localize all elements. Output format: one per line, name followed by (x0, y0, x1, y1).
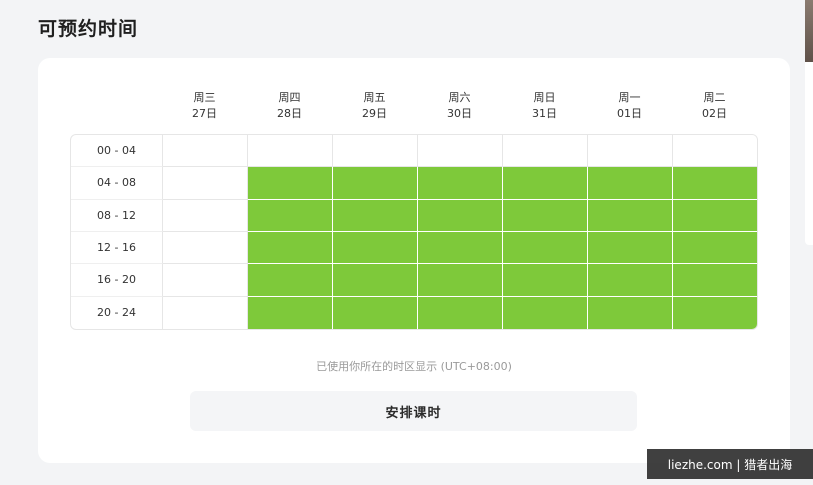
page: 可预约时间 周三 27日 周四 28日 周五 29日 周六 30日 周日 31日 周一 01日 周二 02… (0, 0, 813, 485)
unavailable-slot[interactable] (163, 135, 248, 168)
time-row: 16 - 20 (71, 264, 757, 297)
time-slot-label: 08 - 12 (71, 199, 163, 232)
day-date: 30日 (447, 107, 472, 120)
day-header: 周日 31日 (502, 90, 587, 126)
watermark: liezhe.com | 猎者出海 (647, 449, 813, 479)
available-slot[interactable] (503, 199, 588, 232)
time-slot-label: 04 - 08 (71, 167, 163, 200)
day-weekday: 周二 (703, 91, 726, 104)
available-slot[interactable] (503, 264, 588, 297)
available-slot[interactable] (673, 231, 757, 265)
available-slot[interactable] (673, 167, 757, 200)
day-header: 周三 27日 (162, 90, 247, 126)
day-weekday: 周日 (533, 91, 556, 104)
day-date: 29日 (362, 107, 387, 120)
available-slot[interactable] (333, 231, 418, 265)
available-slot[interactable] (333, 199, 418, 232)
unavailable-slot[interactable] (163, 199, 248, 232)
time-slot-label: 16 - 20 (71, 264, 163, 297)
available-slot[interactable] (673, 264, 757, 297)
available-slot[interactable] (588, 167, 673, 200)
unavailable-slot[interactable] (673, 135, 757, 168)
available-slot[interactable] (248, 264, 333, 297)
day-weekday: 周五 (363, 91, 386, 104)
schedule-lesson-button[interactable]: 安排课时 (190, 391, 637, 431)
available-slot[interactable] (418, 167, 503, 200)
unavailable-slot[interactable] (163, 296, 248, 329)
time-row: 08 - 12 (71, 199, 757, 232)
day-weekday: 周一 (618, 91, 641, 104)
available-slot[interactable] (248, 167, 333, 200)
day-date: 01日 (617, 107, 642, 120)
day-header: 周一 01日 (587, 90, 672, 126)
availability-grid: 00 - 04 04 - 08 08 - 12 12 - 16 16 - 20 20 - … (70, 134, 758, 330)
day-date: 28日 (277, 107, 302, 120)
time-slot-label: 00 - 04 (71, 135, 163, 168)
day-date: 31日 (532, 107, 557, 120)
unavailable-slot[interactable] (163, 167, 248, 200)
time-slot-label: 20 - 24 (71, 296, 163, 329)
time-row: 20 - 24 (71, 296, 757, 329)
available-slot[interactable] (503, 167, 588, 200)
available-slot[interactable] (418, 296, 503, 329)
day-date: 27日 (192, 107, 217, 120)
day-date: 02日 (702, 107, 727, 120)
day-weekday: 周四 (278, 91, 301, 104)
available-slot[interactable] (503, 296, 588, 329)
unavailable-slot[interactable] (503, 135, 588, 168)
available-slot[interactable] (588, 264, 673, 297)
availability-card: 周三 27日 周四 28日 周五 29日 周六 30日 周日 31日 周一 01日 周二 02日 00 -… (38, 58, 790, 463)
unavailable-slot[interactable] (588, 135, 673, 168)
available-slot[interactable] (333, 167, 418, 200)
unavailable-slot[interactable] (163, 231, 248, 265)
day-header: 周六 30日 (417, 90, 502, 126)
time-row: 04 - 08 (71, 167, 757, 200)
available-slot[interactable] (588, 231, 673, 265)
day-headers: 周三 27日 周四 28日 周五 29日 周六 30日 周日 31日 周一 01日 周二 02日 (162, 90, 757, 126)
available-slot[interactable] (248, 199, 333, 232)
available-slot[interactable] (503, 231, 588, 265)
unavailable-slot[interactable] (248, 135, 333, 168)
available-slot[interactable] (673, 199, 757, 232)
unavailable-slot[interactable] (418, 135, 503, 168)
available-slot[interactable] (588, 199, 673, 232)
day-weekday: 周三 (193, 91, 216, 104)
day-weekday: 周六 (448, 91, 471, 104)
day-header: 周四 28日 (247, 90, 332, 126)
day-header: 周二 02日 (672, 90, 757, 126)
available-slot[interactable] (588, 296, 673, 329)
section-title: 可预约时间 (38, 18, 139, 40)
available-slot[interactable] (673, 296, 757, 329)
day-header: 周五 29日 (332, 90, 417, 126)
time-slot-label: 12 - 16 (71, 231, 163, 265)
unavailable-slot[interactable] (163, 264, 248, 297)
time-row: 12 - 16 (71, 231, 757, 265)
adjacent-photo (805, 0, 813, 62)
timezone-note: 已使用你所在的时区显示 (UTC+08:00) (316, 360, 512, 373)
available-slot[interactable] (248, 296, 333, 329)
time-row: 00 - 04 (71, 135, 757, 168)
available-slot[interactable] (418, 264, 503, 297)
available-slot[interactable] (333, 264, 418, 297)
available-slot[interactable] (248, 231, 333, 265)
adjacent-panel-edge (805, 0, 813, 245)
available-slot[interactable] (418, 231, 503, 265)
available-slot[interactable] (418, 199, 503, 232)
unavailable-slot[interactable] (333, 135, 418, 168)
available-slot[interactable] (333, 296, 418, 329)
